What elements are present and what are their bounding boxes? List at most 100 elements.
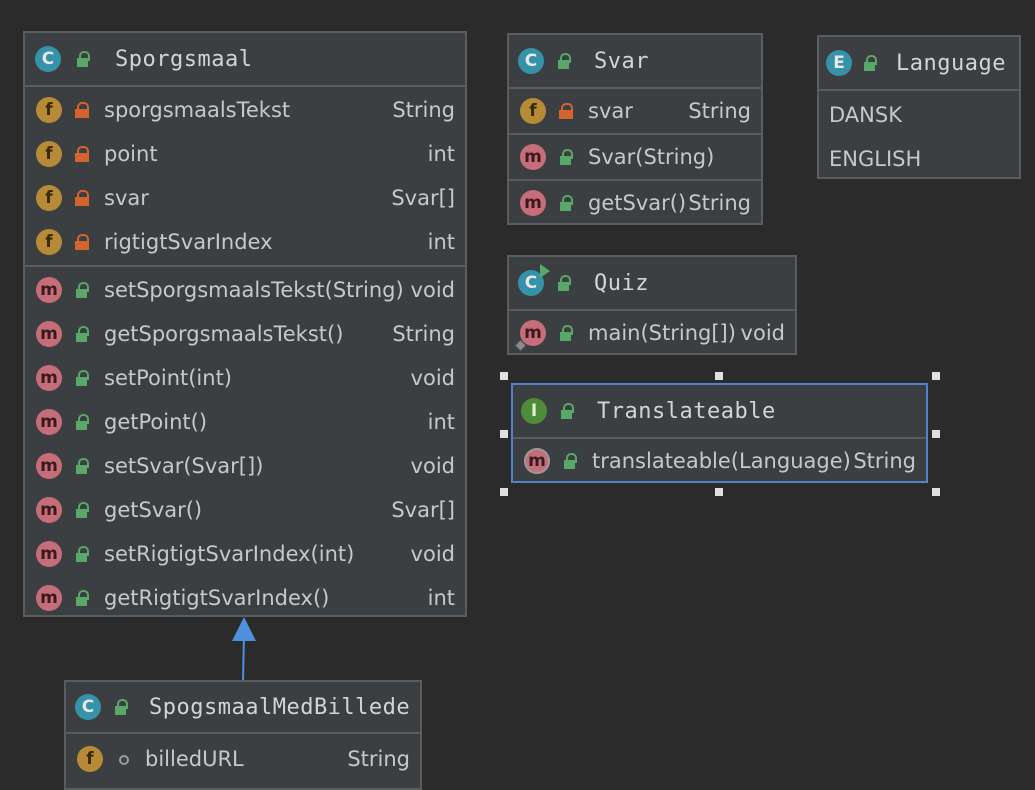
method-row[interactable]: m getPoint() int	[25, 400, 465, 444]
field-row[interactable]: f point int	[25, 132, 465, 176]
abstract-method-icon: m	[524, 448, 550, 474]
method-row[interactable]: m getRigtigtSvarIndex() int	[25, 576, 465, 620]
enum-name: Language	[896, 50, 1006, 76]
class-box-spogsmaal-med-billede[interactable]: C SpogsmaalMedBillede f billedURL String	[64, 680, 422, 790]
method-name: getRigtigtSvarIndex()	[104, 586, 330, 610]
method-return-type: void	[740, 321, 785, 345]
method-icon: m	[36, 409, 62, 435]
package-private-icon	[115, 751, 131, 767]
enum-icon: E	[826, 50, 852, 76]
field-type: int	[427, 142, 455, 166]
field-row[interactable]: f svar Svar[]	[25, 176, 465, 220]
public-icon	[558, 195, 574, 211]
public-icon	[74, 590, 90, 606]
runnable-class-icon: C	[518, 264, 550, 296]
fields-section: f sporgsmaalsTekst String f point int f …	[25, 87, 465, 267]
field-type: int	[427, 230, 455, 254]
method-return-type: String	[853, 449, 916, 473]
public-icon	[862, 55, 878, 71]
fields-section: f svar String	[509, 89, 761, 135]
static-icon	[514, 339, 527, 352]
method-row[interactable]: m setSporgsmaalsTekst(String) void	[25, 268, 465, 312]
methods-section: m getSvar() String	[509, 181, 761, 225]
public-icon	[74, 282, 90, 298]
public-icon	[556, 275, 572, 291]
class-header: C Sporgsmaal	[25, 33, 465, 87]
field-icon: f	[36, 97, 62, 123]
private-icon	[558, 103, 574, 119]
class-box-sporgsmaal[interactable]: C Sporgsmaal f sporgsmaalsTekst String f…	[23, 31, 467, 617]
resize-handle-left[interactable]	[500, 430, 508, 438]
method-row[interactable]: m setPoint(int) void	[25, 356, 465, 400]
resize-handle-bottom-right[interactable]	[932, 488, 940, 496]
private-icon	[74, 234, 90, 250]
class-box-quiz[interactable]: C Quiz m main(String[]) void	[507, 255, 797, 355]
field-type: Svar[]	[391, 186, 455, 210]
enum-header: E Language	[819, 37, 1019, 91]
field-type: String	[392, 98, 455, 122]
method-icon: m	[36, 321, 62, 347]
field-row[interactable]: f sporgsmaalsTekst String	[25, 88, 465, 132]
class-icon: C	[35, 46, 61, 72]
field-name: svar	[588, 99, 633, 123]
static-method-icon: m	[514, 320, 546, 352]
resize-handle-bottom-left[interactable]	[500, 488, 508, 496]
method-row[interactable]: m setSvar(Svar[]) void	[25, 444, 465, 488]
constructor-name: Svar(String)	[588, 145, 715, 169]
class-name: Quiz	[594, 270, 649, 296]
class-box-svar[interactable]: C Svar f svar String m Svar(String) m ge…	[507, 33, 763, 225]
methods-section: m main(String[]) void	[509, 311, 795, 355]
method-icon: m	[36, 277, 62, 303]
constructor-row[interactable]: m Svar(String)	[509, 135, 761, 179]
method-icon: m	[36, 585, 62, 611]
resize-handle-top-right[interactable]	[932, 372, 940, 380]
field-name: billedURL	[145, 747, 244, 771]
method-row[interactable]: m getSvar() Svar[]	[25, 488, 465, 532]
resize-handle-bottom[interactable]	[715, 488, 723, 496]
method-row[interactable]: m getSporgsmaalsTekst() String	[25, 312, 465, 356]
method-return-type: String	[688, 191, 751, 215]
enum-constant[interactable]: ENGLISH	[819, 137, 1019, 181]
resize-handle-top-left[interactable]	[500, 372, 508, 380]
class-name: SpogsmaalMedBillede	[149, 694, 411, 720]
method-return-type: String	[392, 322, 455, 346]
method-row[interactable]: m setRigtigtSvarIndex(int) void	[25, 532, 465, 576]
method-row[interactable]: m translateable(Language) String	[513, 439, 926, 483]
method-name: setSporgsmaalsTekst(String)	[104, 278, 404, 302]
private-icon	[74, 102, 90, 118]
resize-handle-top[interactable]	[715, 372, 723, 380]
interface-box-translateable[interactable]: I Translateable m translateable(Language…	[511, 383, 928, 483]
method-return-type: void	[410, 366, 455, 390]
method-name: setSvar(Svar[])	[104, 454, 264, 478]
enum-constant[interactable]: DANSK	[819, 93, 1019, 137]
field-type: String	[688, 99, 751, 123]
method-return-type: Svar[]	[391, 498, 455, 522]
constructors-section: m Svar(String)	[509, 135, 761, 181]
fields-section: f billedURL String	[66, 734, 420, 784]
class-header: C Svar	[509, 35, 761, 89]
method-icon: m	[520, 190, 546, 216]
field-name: sporgsmaalsTekst	[104, 98, 291, 122]
method-row[interactable]: m getSvar() String	[509, 181, 761, 225]
public-icon	[74, 458, 90, 474]
public-icon	[74, 326, 90, 342]
field-name: svar	[104, 186, 149, 210]
field-icon: f	[520, 98, 546, 124]
field-row[interactable]: f rigtigtSvarIndex int	[25, 220, 465, 264]
interface-name: Translateable	[597, 398, 776, 424]
run-icon	[540, 264, 550, 278]
resize-handle-right[interactable]	[932, 430, 940, 438]
method-name: getSvar()	[588, 191, 687, 215]
public-icon	[558, 325, 574, 341]
field-row[interactable]: f svar String	[509, 89, 761, 133]
enum-constant-name: DANSK	[829, 103, 902, 127]
public-icon	[562, 453, 578, 469]
method-icon: m	[36, 541, 62, 567]
field-row[interactable]: f billedURL String	[66, 734, 420, 784]
class-name: Svar	[594, 48, 649, 74]
class-header: C Quiz	[509, 257, 795, 311]
enum-box-language[interactable]: E Language DANSK ENGLISH	[817, 35, 1021, 179]
method-row[interactable]: m main(String[]) void	[509, 311, 795, 355]
public-icon	[75, 51, 91, 67]
field-icon: f	[77, 746, 103, 772]
